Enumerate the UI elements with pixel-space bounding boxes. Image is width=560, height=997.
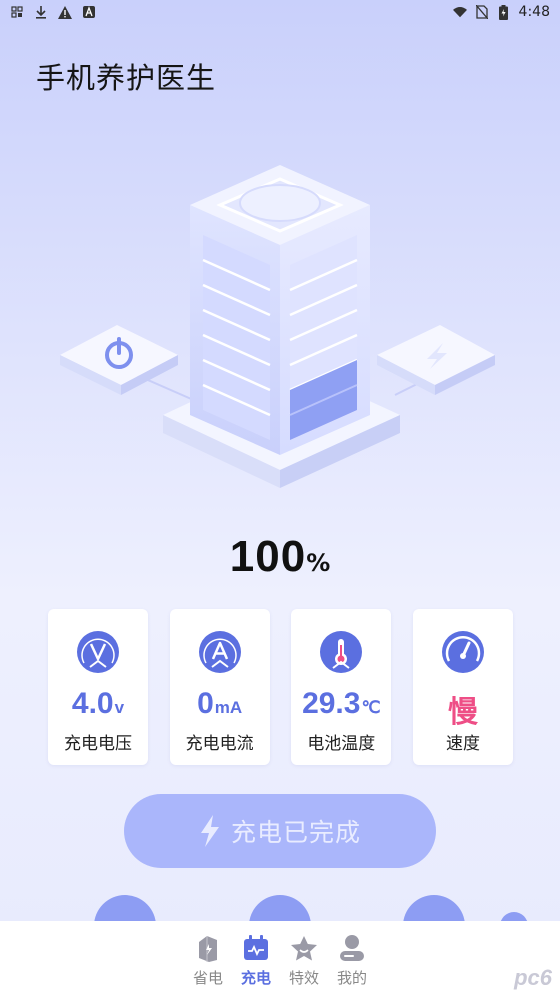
battery-save-icon — [194, 933, 222, 963]
stat-value: 29.3 ℃ — [302, 687, 380, 721]
thermometer-icon — [320, 631, 363, 673]
status-time: 4:48 — [518, 4, 550, 20]
battery-icon — [497, 4, 511, 20]
stat-card-current: 0 mA 充电电流 — [169, 609, 270, 765]
speedometer-icon — [441, 631, 484, 673]
battery-percentage: 100% — [0, 532, 560, 582]
current-label: 充电电流 — [185, 734, 254, 754]
bottom-nav: 省电 充电 特效 我的 — [0, 921, 560, 997]
battery-percentage-value: 100 — [229, 532, 307, 581]
voltage-label: 充电电压 — [64, 734, 132, 754]
temperature-value: 29.3 — [302, 687, 361, 720]
notification-icon — [10, 5, 24, 19]
download-icon — [34, 5, 48, 19]
nav-item-charge[interactable]: 充电 — [237, 933, 275, 997]
charge-complete-label: 充电已完成 — [230, 819, 361, 847]
speed-label: 速度 — [445, 734, 480, 754]
nav-label: 我的 — [336, 969, 367, 987]
stat-value: 0 mA — [197, 687, 242, 721]
nav-label: 省电 — [192, 969, 223, 987]
current-value: 0 — [197, 687, 214, 720]
user-icon — [338, 933, 366, 963]
nav-label: 充电 — [240, 969, 271, 987]
temperature-label: 电池温度 — [307, 734, 376, 754]
stat-card-temperature: 29.3 ℃ 电池温度 — [291, 609, 392, 765]
nav-label: 特效 — [288, 969, 319, 987]
charge-complete-button[interactable]: 充电已完成 — [124, 794, 436, 868]
current-unit: mA — [214, 698, 243, 717]
status-bar: 4:48 — [0, 0, 560, 24]
star-icon — [290, 933, 318, 963]
battery-tower-illustration — [55, 165, 505, 505]
no-sim-icon — [475, 5, 489, 19]
charge-calendar-icon — [242, 933, 270, 963]
nav-item-effects[interactable]: 特效 — [285, 933, 323, 997]
nav-item-mine[interactable]: 我的 — [333, 933, 371, 997]
warning-icon — [58, 5, 72, 19]
voltage-icon — [77, 631, 119, 673]
stat-value: 4.0 v — [72, 687, 124, 721]
temperature-unit: ℃ — [361, 698, 381, 717]
watermark: pc6 — [514, 965, 552, 990]
charge-stats: 4.0 v 充电电压 0 mA 充电电流 29.3 ℃ 电池温度 慢 速度 — [48, 609, 513, 765]
speed-value: 慢 — [447, 695, 478, 730]
voltage-value: 4.0 — [71, 687, 114, 720]
app-a-icon — [82, 5, 96, 19]
app-title: 手机养护医生 — [36, 61, 217, 95]
voltage-unit: v — [114, 698, 125, 717]
battery-percentage-unit: % — [306, 549, 331, 577]
current-icon — [198, 631, 241, 673]
lightning-icon — [200, 815, 219, 847]
wifi-icon — [452, 5, 467, 19]
stat-card-speed: 慢 速度 — [412, 609, 513, 765]
stat-card-voltage: 4.0 v 充电电压 — [48, 609, 148, 765]
nav-item-save-power[interactable]: 省电 — [189, 933, 227, 997]
stat-value: 慢 — [448, 687, 478, 730]
